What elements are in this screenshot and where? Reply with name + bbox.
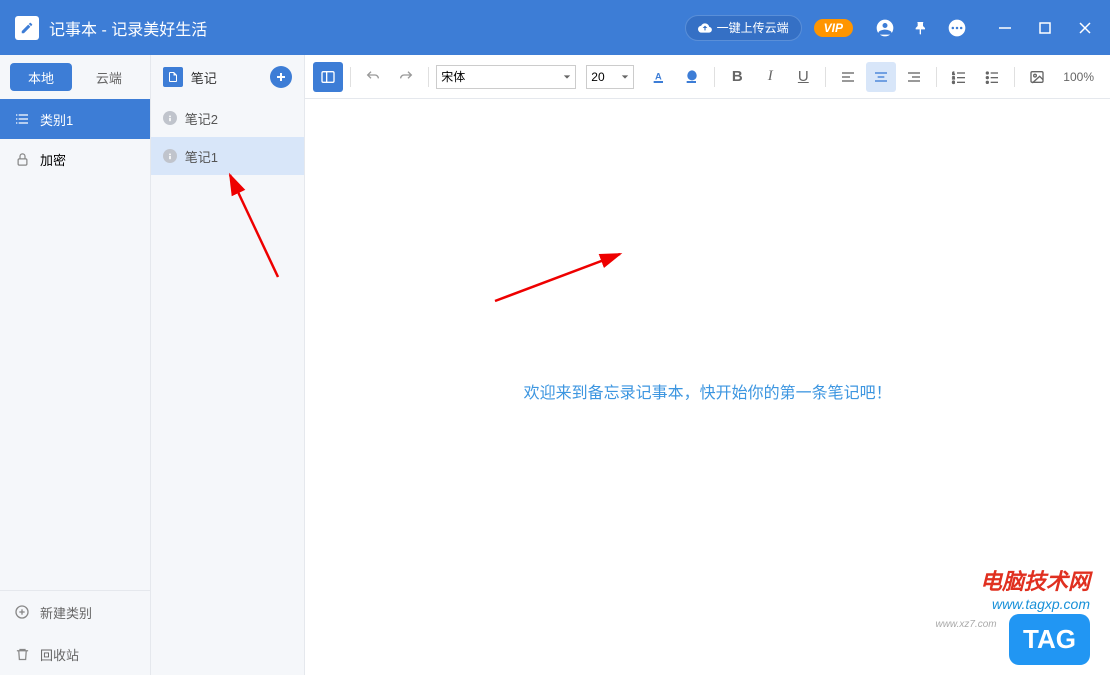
note-label: 笔记1: [185, 147, 218, 166]
svg-text:A: A: [655, 71, 662, 81]
size-select[interactable]: 20: [586, 65, 634, 89]
font-color-button[interactable]: A: [644, 62, 674, 92]
pin-icon[interactable]: [907, 14, 935, 42]
titlebar: 记事本 - 记录美好生活 一键上传云端 VIP: [0, 0, 1110, 55]
add-note-button[interactable]: [270, 66, 292, 88]
align-center-button[interactable]: [866, 62, 896, 92]
notes-header: 笔记: [151, 55, 305, 99]
panel-toggle-button[interactable]: [313, 62, 343, 92]
category-item-1[interactable]: 类别1: [0, 99, 150, 139]
recycle-bin-button[interactable]: 回收站: [0, 633, 150, 675]
redo-button[interactable]: [391, 62, 421, 92]
more-icon[interactable]: [943, 14, 971, 42]
watermark-title: 电脑技术网: [980, 569, 1090, 594]
tab-local[interactable]: 本地: [10, 63, 72, 91]
watermark: 电脑技术网 www.tagxp.com www.xz7.com TAG: [935, 564, 1090, 665]
undo-button[interactable]: [358, 62, 388, 92]
zoom-level[interactable]: 100%: [1055, 70, 1102, 84]
note-item[interactable]: 笔记2: [151, 99, 305, 137]
svg-text:3: 3: [953, 79, 956, 84]
unordered-list-button[interactable]: [977, 62, 1007, 92]
note-item[interactable]: 笔记1: [151, 137, 305, 175]
ordered-list-button[interactable]: 123: [944, 62, 974, 92]
category-label: 加密: [40, 150, 66, 169]
italic-button[interactable]: I: [755, 62, 785, 92]
cloud-upload-button[interactable]: 一键上传云端: [685, 15, 802, 41]
app-title: 记事本 - 记录美好生活: [49, 16, 207, 40]
align-right-button[interactable]: [899, 62, 929, 92]
info-icon: [163, 149, 177, 163]
trash-icon: [14, 646, 30, 662]
location-tabs: 本地 云端: [0, 55, 150, 99]
underline-button[interactable]: U: [788, 62, 818, 92]
close-button[interactable]: [1075, 18, 1095, 38]
category-label: 类别1: [40, 110, 73, 129]
recycle-bin-label: 回收站: [40, 645, 79, 664]
notes-header-label: 笔记: [191, 68, 217, 87]
editor-toolbar: 宋体 20 A B I U: [305, 55, 1110, 99]
maximize-button[interactable]: [1035, 18, 1055, 38]
lock-icon: [14, 151, 30, 167]
minimize-button[interactable]: [995, 18, 1015, 38]
user-icon[interactable]: [871, 14, 899, 42]
tag-badge: TAG: [1009, 614, 1090, 665]
image-button[interactable]: [1022, 62, 1052, 92]
plus-circle-icon: [14, 604, 30, 620]
notes-icon: [163, 67, 183, 87]
list-icon: [14, 111, 30, 127]
cloud-upload-label: 一键上传云端: [717, 19, 789, 36]
window-controls: [995, 18, 1095, 38]
note-label: 笔记2: [185, 109, 218, 128]
app-icon: [15, 16, 39, 40]
new-category-label: 新建类别: [40, 603, 92, 622]
highlight-color-button[interactable]: [677, 62, 707, 92]
new-category-button[interactable]: 新建类别: [0, 591, 150, 633]
watermark-url: www.tagxp.com: [992, 596, 1090, 612]
category-item-encrypted[interactable]: 加密: [0, 139, 150, 179]
info-icon: [163, 111, 177, 125]
bold-button[interactable]: B: [722, 62, 752, 92]
vip-badge[interactable]: VIP: [814, 19, 853, 37]
watermark-sub: www.xz7.com: [935, 619, 996, 630]
align-left-button[interactable]: [833, 62, 863, 92]
sidebar-left: 本地 云端 类别1 加密 新建类别: [0, 55, 151, 675]
notes-list: 笔记 笔记2 笔记1: [151, 55, 306, 675]
tab-cloud[interactable]: 云端: [78, 63, 140, 91]
welcome-text: 欢迎来到备忘录记事本，快开始你的第一条笔记吧！: [345, 379, 1070, 403]
font-select[interactable]: 宋体: [436, 65, 576, 89]
